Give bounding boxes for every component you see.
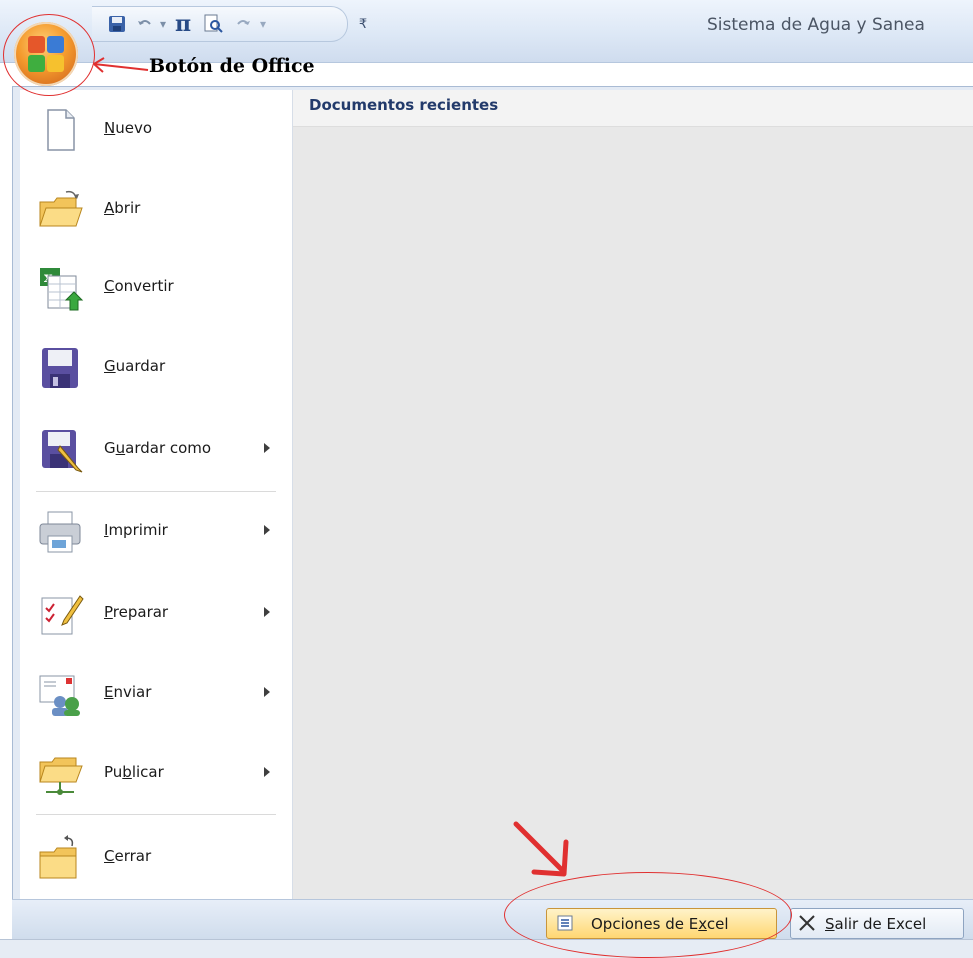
submenu-arrow-icon <box>264 525 270 535</box>
undo-dropdown-icon[interactable]: ▾ <box>152 13 174 35</box>
redo-dropdown-icon[interactable]: ▾ <box>252 13 274 35</box>
quick-access-toolbar: ▾ π ▾ ₹ <box>92 6 367 42</box>
convert-excel-icon: x <box>36 264 84 312</box>
menu-item-label: Abrir <box>104 199 141 217</box>
menu-item-label: Enviar <box>104 683 152 701</box>
menu-separator <box>36 814 276 815</box>
menu-item-label: Preparar <box>104 603 169 621</box>
menu-item-label: Publicar <box>104 763 164 781</box>
save-as-icon <box>36 426 84 474</box>
submenu-arrow-icon <box>264 607 270 617</box>
menu-item-cerrar[interactable]: Cerrar <box>24 820 288 896</box>
recent-documents-title: Documentos recientes <box>309 96 499 114</box>
menu-item-imprimir[interactable]: Imprimir <box>24 494 288 570</box>
menu-item-label: Guardar <box>104 357 166 375</box>
close-folder-icon <box>36 834 84 882</box>
menu-item-publicar[interactable]: Publicar <box>24 736 288 812</box>
pi-icon[interactable]: π <box>172 11 194 37</box>
save-icon[interactable] <box>106 13 128 35</box>
save-disk-icon <box>36 344 84 392</box>
submenu-arrow-icon <box>264 767 270 777</box>
exit-excel-label: Salir de Excel <box>825 915 927 933</box>
menu-separator <box>36 491 276 492</box>
annotation-circle-office <box>3 14 95 96</box>
menu-item-enviar[interactable]: Enviar <box>24 656 288 732</box>
customize-icon[interactable]: ₹ <box>352 13 374 35</box>
menu-item-preparar[interactable]: Preparar <box>24 576 288 652</box>
menu-item-nuevo[interactable]: Nuevo <box>24 92 288 168</box>
annotation-label: Botón de Office <box>149 55 315 77</box>
recent-documents-list <box>293 127 973 899</box>
prepare-icon <box>36 590 84 638</box>
close-icon <box>797 913 817 937</box>
print-preview-icon[interactable] <box>202 13 224 35</box>
menu-item-convertir[interactable]: x Convertir <box>24 250 288 326</box>
menu-item-label: Guardar como <box>104 439 212 457</box>
annotation-arrow-options <box>513 821 569 877</box>
printer-icon <box>36 508 84 556</box>
window-title: Sistema de Agua y Sanea <box>707 15 925 35</box>
menu-item-label: Nuevo <box>104 119 153 137</box>
new-document-icon <box>36 106 84 154</box>
submenu-arrow-icon <box>264 687 270 697</box>
send-icon <box>36 670 84 718</box>
menu-item-abrir[interactable]: Abrir <box>24 172 288 248</box>
menu-item-guardar[interactable]: Guardar <box>24 330 288 406</box>
exit-excel-button[interactable]: Salir de Excel <box>790 908 964 939</box>
menu-item-label: Convertir <box>104 277 174 295</box>
menu-item-guardar-como[interactable]: Guardar como <box>24 412 288 488</box>
menu-item-label: Cerrar <box>104 847 152 865</box>
annotation-arrow-office <box>93 57 149 73</box>
menu-item-label: Imprimir <box>104 521 168 539</box>
publish-icon <box>36 750 84 798</box>
open-folder-icon <box>36 186 84 234</box>
redo-icon[interactable] <box>232 13 254 35</box>
background-document <box>0 939 973 958</box>
submenu-arrow-icon <box>264 443 270 453</box>
